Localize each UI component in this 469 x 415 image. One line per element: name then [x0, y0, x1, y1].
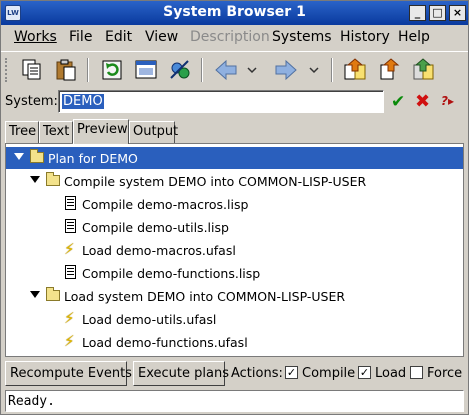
- folder-icon: [30, 149, 44, 163]
- copy-icon[interactable]: [19, 57, 45, 83]
- plan-tree: Plan for DEMO Compile system DEMO into C…: [5, 143, 464, 357]
- tab-preview[interactable]: Preview: [73, 119, 129, 144]
- recompute-events-button[interactable]: Recompute Events: [5, 361, 132, 386]
- folder-icon: [46, 287, 60, 301]
- status-text: Ready.: [8, 394, 55, 409]
- force-checkbox[interactable]: [410, 366, 423, 379]
- paste-icon[interactable]: [53, 57, 79, 83]
- load-bolt-icon: ⚡: [64, 240, 75, 258]
- forward-dropdown-icon[interactable]: [307, 57, 321, 83]
- action-bar: Recompute Events Execute plans Actions: …: [5, 361, 464, 387]
- execute-plans-button[interactable]: Execute plans: [133, 361, 229, 386]
- window-title: System Browser 1: [163, 4, 306, 20]
- toolbar-separator: [201, 58, 203, 82]
- menu-edit[interactable]: Edit: [105, 29, 132, 45]
- menu-works[interactable]: Works: [14, 29, 57, 45]
- tree-row[interactable]: ⚡ Load demo-functions.ufasl: [6, 331, 463, 353]
- menu-systems[interactable]: Systems: [272, 29, 332, 45]
- system-browser-window: LW System Browser 1 _ □ × Works File Edi…: [0, 0, 469, 415]
- source-file-icon: [65, 196, 76, 210]
- actions-label: Actions:: [231, 366, 283, 381]
- expand-arrow-icon[interactable]: [14, 153, 24, 160]
- tree-row[interactable]: Load system DEMO into COMMON-LISP-USER: [6, 285, 463, 307]
- system-label: System:: [5, 94, 58, 109]
- menu-bar: Works File Edit View Description Systems…: [1, 26, 468, 48]
- source-file-icon: [65, 219, 76, 233]
- load-checkbox[interactable]: ✓: [358, 366, 371, 379]
- menu-help[interactable]: Help: [398, 29, 430, 45]
- window-icon[interactable]: [133, 57, 159, 83]
- tree-row[interactable]: ⚡ Load demo-utils.ufasl: [6, 308, 463, 330]
- load-icon[interactable]: [411, 57, 437, 83]
- system-row: System: DEMO ✔ ✖ ?▸: [1, 89, 468, 115]
- load-checkbox-label: Load: [375, 366, 407, 381]
- tab-tree[interactable]: Tree: [5, 121, 39, 143]
- menu-view[interactable]: View: [145, 29, 178, 45]
- expand-arrow-icon[interactable]: [30, 291, 40, 298]
- close-button[interactable]: ×: [449, 5, 466, 21]
- tree-row[interactable]: Compile demo-utils.lisp: [6, 216, 463, 238]
- compile-load-icon[interactable]: [343, 57, 369, 83]
- expand-arrow-icon[interactable]: [30, 176, 40, 183]
- help-icon[interactable]: ?▸: [441, 94, 454, 108]
- status-bar: Ready.: [5, 390, 464, 412]
- tree-row[interactable]: Compile demo-macros.lisp: [6, 193, 463, 215]
- tab-output[interactable]: Output: [129, 121, 178, 143]
- compile-checkbox-label: Compile: [302, 366, 356, 381]
- tree-row[interactable]: Compile system DEMO into COMMON-LISP-USE…: [6, 170, 463, 192]
- force-checkbox-label: Force: [427, 366, 463, 381]
- system-input[interactable]: DEMO: [58, 90, 384, 113]
- tree-row[interactable]: Plan for DEMO: [6, 147, 463, 169]
- back-icon[interactable]: [213, 57, 239, 83]
- menu-history[interactable]: History: [340, 29, 390, 45]
- check-icon[interactable]: ✔: [391, 92, 405, 112]
- maximize-button[interactable]: □: [429, 5, 446, 21]
- menu-description[interactable]: Description: [190, 29, 270, 45]
- folder-icon: [46, 172, 60, 186]
- toolbar: [1, 51, 468, 87]
- refresh-icon[interactable]: [99, 57, 125, 83]
- tree-row[interactable]: Compile demo-functions.lisp: [6, 262, 463, 284]
- source-file-icon: [65, 265, 76, 279]
- toolbar-separator: [331, 58, 333, 82]
- tab-text[interactable]: Text: [39, 121, 73, 143]
- menu-file[interactable]: File: [69, 29, 92, 45]
- system-input-value: DEMO: [62, 94, 104, 109]
- inspect-icon[interactable]: [167, 57, 193, 83]
- load-bolt-icon: ⚡: [64, 309, 75, 327]
- cancel-icon[interactable]: ✖: [415, 91, 430, 112]
- toolbar-separator: [87, 58, 89, 82]
- toolbar-grip[interactable]: [5, 58, 9, 82]
- minimize-button[interactable]: _: [409, 5, 426, 21]
- title-bar[interactable]: LW System Browser 1 _ □ ×: [1, 1, 468, 25]
- compile-icon[interactable]: [377, 57, 403, 83]
- compile-checkbox[interactable]: ✓: [285, 366, 298, 379]
- back-dropdown-icon[interactable]: [245, 57, 259, 83]
- load-bolt-icon: ⚡: [64, 332, 75, 350]
- tree-row[interactable]: ⚡ Load demo-macros.ufasl: [6, 239, 463, 261]
- forward-icon[interactable]: [273, 57, 299, 83]
